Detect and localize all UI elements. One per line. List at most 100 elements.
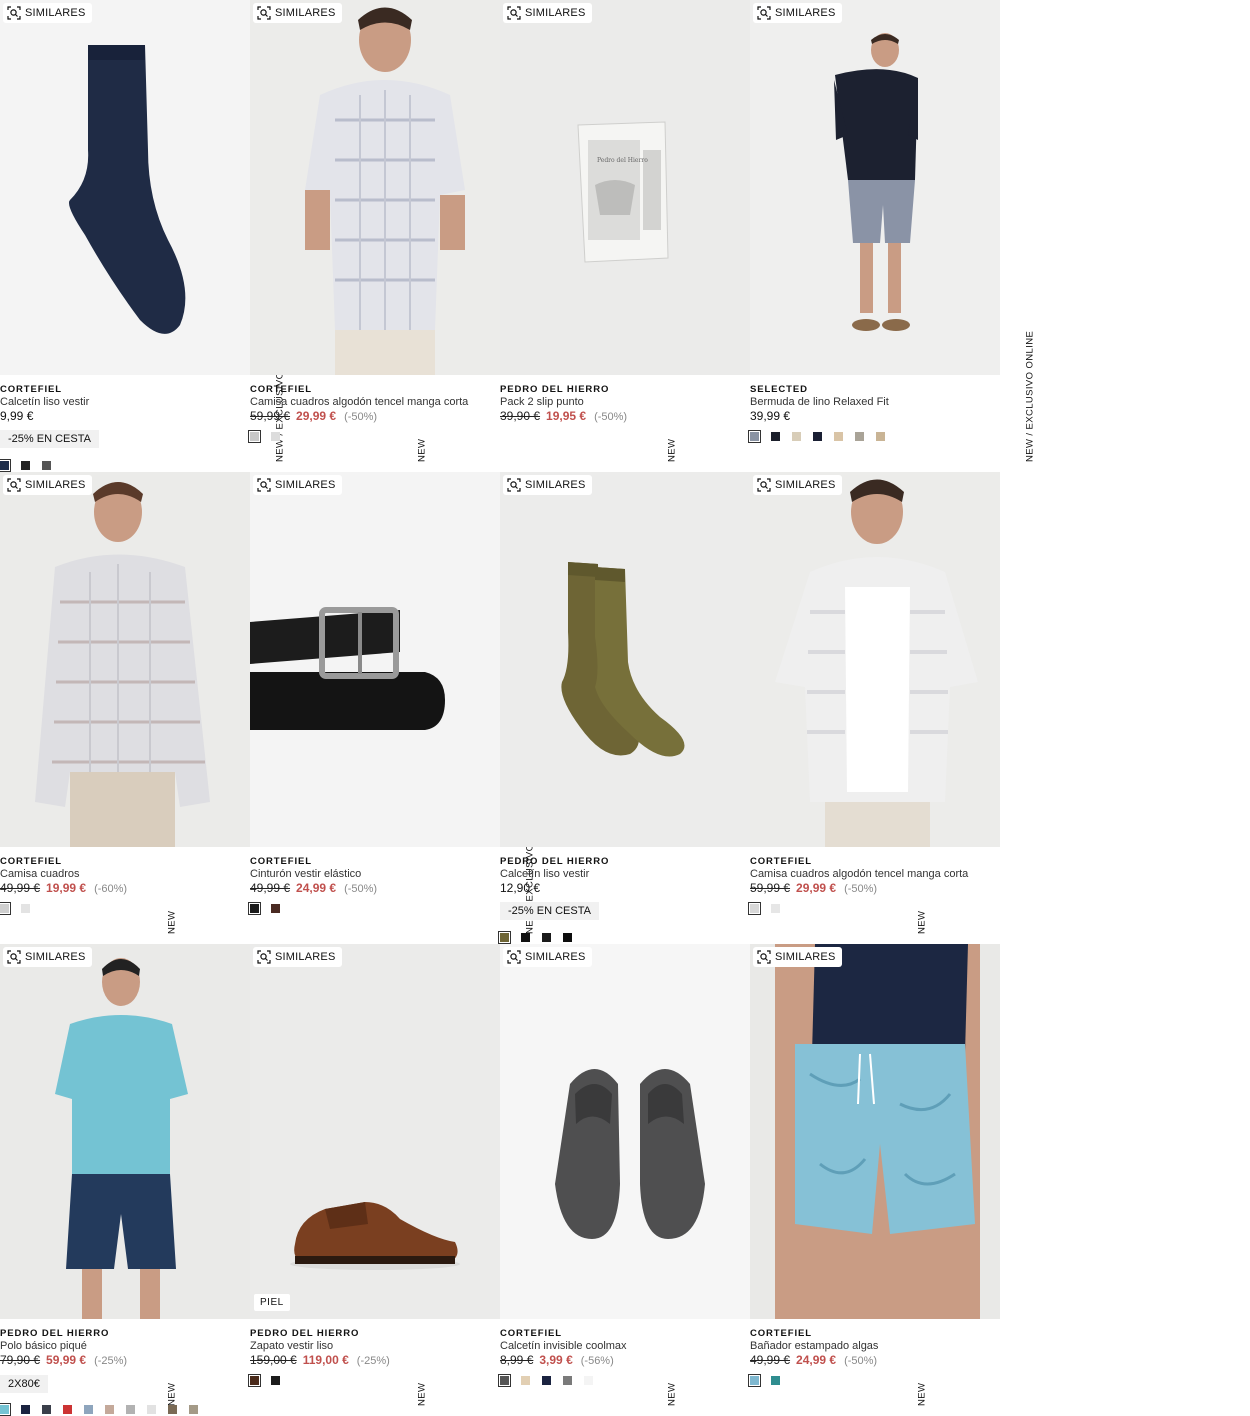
similares-button[interactable]: SIMILARES: [3, 947, 92, 967]
similares-button[interactable]: SIMILARES: [253, 475, 342, 495]
product-name[interactable]: Pack 2 slip punto: [500, 395, 750, 409]
discount: (-50%): [594, 411, 628, 423]
product-name[interactable]: Calcetín liso vestir: [500, 867, 750, 881]
color-swatch[interactable]: [748, 1374, 761, 1387]
product-name[interactable]: Calcetín invisible coolmax: [500, 1339, 750, 1353]
color-swatch[interactable]: [834, 432, 843, 441]
color-swatch[interactable]: [748, 430, 761, 443]
product-card[interactable]: SIMILARES NEW CORTEFIEL Camisa cuadros a…: [748, 472, 1000, 944]
product-name[interactable]: Zapato vestir liso: [250, 1339, 500, 1353]
product-name[interactable]: Cinturón vestir elástico: [250, 867, 500, 881]
product-name[interactable]: Camisa cuadros algodón tencel manga cort…: [750, 867, 1000, 881]
similares-button[interactable]: SIMILARES: [753, 947, 842, 967]
color-swatch[interactable]: [189, 1405, 198, 1414]
similares-button[interactable]: SIMILARES: [3, 3, 92, 23]
color-swatch[interactable]: [248, 1374, 261, 1387]
product-name[interactable]: Bermuda de lino Relaxed Fit: [750, 395, 1000, 409]
color-swatch[interactable]: [147, 1405, 156, 1414]
color-swatch[interactable]: [542, 933, 551, 942]
product-card[interactable]: SIMILARES PEDRO DEL HIERRO Calcetín liso…: [498, 472, 750, 944]
similares-button[interactable]: SIMILARES: [503, 3, 592, 23]
promo-badge: 2X80€: [0, 1375, 48, 1393]
product-image[interactable]: [500, 472, 750, 847]
color-swatch[interactable]: [42, 461, 51, 470]
color-swatch[interactable]: [105, 1405, 114, 1414]
similares-button[interactable]: SIMILARES: [3, 475, 92, 495]
material-badge: PIEL: [254, 1294, 290, 1311]
product-brand: CORTEFIEL: [500, 1328, 562, 1339]
color-swatch[interactable]: [792, 432, 801, 441]
old-price: 159,00 €: [250, 1353, 297, 1367]
product-card[interactable]: SIMILARES NEW PEDRO DEL HIERRO Polo bási…: [0, 944, 250, 1416]
color-swatch[interactable]: [248, 430, 261, 443]
product-image[interactable]: [250, 472, 500, 847]
color-swatch[interactable]: [42, 1405, 51, 1414]
color-swatch[interactable]: [521, 1376, 530, 1385]
product-card[interactable]: SIMILARES NEW / EXCLUSIVO ONLINE CORTEFI…: [0, 0, 285, 472]
product-card[interactable]: SIMILARES NEW / EXCLUSIVO ONLINE CORTEFI…: [248, 472, 535, 944]
color-swatch[interactable]: [21, 461, 30, 470]
similares-button[interactable]: SIMILARES: [253, 3, 342, 23]
color-swatch[interactable]: [563, 933, 572, 942]
visual-search-icon: [757, 6, 771, 20]
similares-button[interactable]: SIMILARES: [503, 947, 592, 967]
product-tag: NEW: [916, 910, 928, 934]
color-swatch[interactable]: [876, 432, 885, 441]
color-swatch[interactable]: [563, 1376, 572, 1385]
product-image[interactable]: [250, 944, 500, 1319]
sale-price: 3,99 €: [539, 1353, 573, 1367]
color-swatch[interactable]: [271, 432, 280, 441]
product-name[interactable]: Calcetín liso vestir: [0, 395, 250, 409]
color-swatch[interactable]: [0, 1403, 11, 1416]
product-name[interactable]: Camisa cuadros algodón tencel manga cort…: [250, 395, 500, 409]
similares-button[interactable]: SIMILARES: [253, 947, 342, 967]
similares-button[interactable]: SIMILARES: [753, 3, 842, 23]
product-image[interactable]: [750, 472, 1000, 847]
product-card[interactable]: SIMILARES PIEL NEW PEDRO DEL HIERRO Zapa…: [248, 944, 500, 1416]
similares-button[interactable]: SIMILARES: [503, 475, 592, 495]
color-swatch[interactable]: [813, 432, 822, 441]
color-swatch[interactable]: [498, 931, 511, 944]
product-name[interactable]: Camisa cuadros: [0, 867, 250, 881]
color-swatch[interactable]: [63, 1405, 72, 1414]
product-card[interactable]: SIMILARES NEW CORTEFIEL Camisa cuadros a…: [248, 0, 500, 472]
color-swatch[interactable]: [271, 1376, 280, 1385]
color-swatch[interactable]: [542, 1376, 551, 1385]
similares-button[interactable]: SIMILARES: [753, 475, 842, 495]
color-swatch[interactable]: [855, 432, 864, 441]
product-name[interactable]: Polo básico piqué: [0, 1339, 250, 1353]
product-card[interactable]: Pedro del Hierro SIMILARES NEW PEDRO DEL…: [500, 0, 750, 472]
color-swatch[interactable]: [771, 432, 780, 441]
product-image[interactable]: [750, 944, 1000, 1319]
color-swatch[interactable]: [521, 933, 530, 942]
color-swatch[interactable]: [771, 904, 780, 913]
svg-text:Pedro del Hierro: Pedro del Hierro: [597, 157, 648, 164]
product-card[interactable]: SIMILARES NEW CORTEFIEL Camisa cuadros 4…: [0, 472, 250, 944]
color-swatch[interactable]: [21, 904, 30, 913]
color-swatch[interactable]: [271, 904, 280, 913]
color-swatch[interactable]: [0, 459, 11, 472]
product-image[interactable]: Pedro del Hierro: [500, 0, 750, 375]
color-swatch[interactable]: [168, 1405, 177, 1414]
color-swatch[interactable]: [84, 1405, 93, 1414]
product-image[interactable]: [500, 944, 750, 1319]
color-swatch[interactable]: [21, 1405, 30, 1414]
color-swatch[interactable]: [248, 902, 261, 915]
product-card[interactable]: SIMILARES NEW / EXCLUSIVO ONLINE SELECTE…: [748, 0, 1035, 472]
product-image[interactable]: [0, 944, 250, 1319]
color-swatch[interactable]: [498, 1374, 511, 1387]
color-swatch[interactable]: [0, 902, 11, 915]
product-image[interactable]: [0, 0, 250, 375]
color-swatch[interactable]: [771, 1376, 780, 1385]
product-image[interactable]: [0, 472, 250, 847]
color-swatch[interactable]: [584, 1376, 593, 1385]
product-card[interactable]: SIMILARES NEW CORTEFIEL Calcetín invisib…: [498, 944, 750, 1416]
product-card[interactable]: SIMILARES NEW CORTEFIEL Bañador estampad…: [748, 944, 1000, 1416]
color-swatch[interactable]: [126, 1405, 135, 1414]
product-image[interactable]: [750, 0, 1000, 375]
color-swatch[interactable]: [748, 902, 761, 915]
visual-search-icon: [257, 6, 271, 20]
product-image[interactable]: [250, 0, 500, 375]
product-name[interactable]: Bañador estampado algas: [750, 1339, 1000, 1353]
similares-label: SIMILARES: [25, 7, 86, 19]
